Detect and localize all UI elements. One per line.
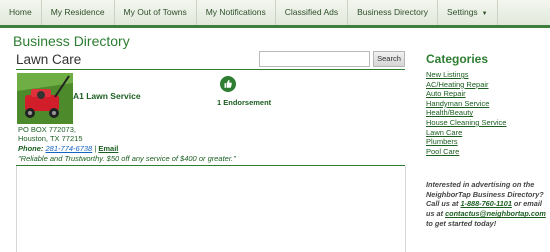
- category-link[interactable]: New Listings: [426, 70, 506, 80]
- nav-business-directory[interactable]: Business Directory: [348, 0, 438, 25]
- search-input[interactable]: [259, 51, 370, 67]
- content-right-border: [405, 166, 406, 252]
- thumbs-up-icon[interactable]: [220, 76, 236, 92]
- contact-separator: |: [94, 144, 97, 153]
- advertising-promo: Interested in advertising on the Neighbo…: [426, 180, 546, 229]
- promo-phone-link[interactable]: 1-888-760-1101: [460, 199, 511, 208]
- address-line-2: Houston, TX 77215: [18, 134, 83, 143]
- caret-down-icon: ▼: [481, 11, 488, 17]
- business-name[interactable]: A1 Lawn Service: [73, 91, 141, 101]
- business-listing: A1 Lawn Service 1 Endorsement PO BOX 772…: [16, 69, 405, 166]
- content-left-border: [16, 166, 17, 252]
- category-link[interactable]: Auto Repair: [426, 89, 506, 99]
- nav-classified-ads[interactable]: Classified Ads: [276, 0, 349, 25]
- promo-text: to get started today!: [426, 218, 497, 228]
- search-button[interactable]: Search: [373, 51, 405, 67]
- nav-my-notifications[interactable]: My Notifications: [197, 0, 276, 25]
- category-link[interactable]: House Cleaning Service: [426, 118, 506, 128]
- category-link[interactable]: Lawn Care: [426, 128, 506, 138]
- nav-home[interactable]: Home: [0, 0, 42, 25]
- category-link[interactable]: Plumbers: [426, 137, 506, 147]
- category-link[interactable]: Health/Beauty: [426, 108, 506, 118]
- address-line-1: PO BOX 772073,: [18, 125, 76, 134]
- categories-heading: Categories: [426, 52, 489, 66]
- email-link[interactable]: Email: [98, 144, 118, 153]
- phone-link[interactable]: 281-774-6738: [46, 144, 93, 153]
- endorsement-count: 1 Endorsement: [217, 98, 272, 107]
- nav-my-out-of-towns[interactable]: My Out of Towns: [115, 0, 197, 25]
- top-navigation: Home My Residence My Out of Towns My Not…: [0, 0, 550, 28]
- promo-email-link[interactable]: contactus@neighbortap.com: [445, 209, 546, 218]
- phone-label: Phone:: [18, 144, 44, 153]
- nav-my-residence[interactable]: My Residence: [42, 0, 115, 25]
- category-heading: Lawn Care: [16, 52, 82, 67]
- category-link[interactable]: AC/Heating Repair: [426, 80, 506, 90]
- business-tagline: "Reliable and Trustworthy. $50 off any s…: [18, 154, 236, 163]
- category-link[interactable]: Pool Care: [426, 147, 506, 157]
- category-link[interactable]: Handyman Service: [426, 99, 506, 109]
- nav-settings[interactable]: Settings ▼: [438, 0, 498, 25]
- nav-settings-label: Settings: [446, 7, 478, 17]
- page-title: Business Directory: [13, 33, 130, 49]
- lawn-mower-image[interactable]: [17, 73, 73, 124]
- contact-line: Phone: 281-774-6738 | Email: [18, 144, 118, 153]
- category-list: New Listings AC/Heating Repair Auto Repa…: [426, 70, 506, 156]
